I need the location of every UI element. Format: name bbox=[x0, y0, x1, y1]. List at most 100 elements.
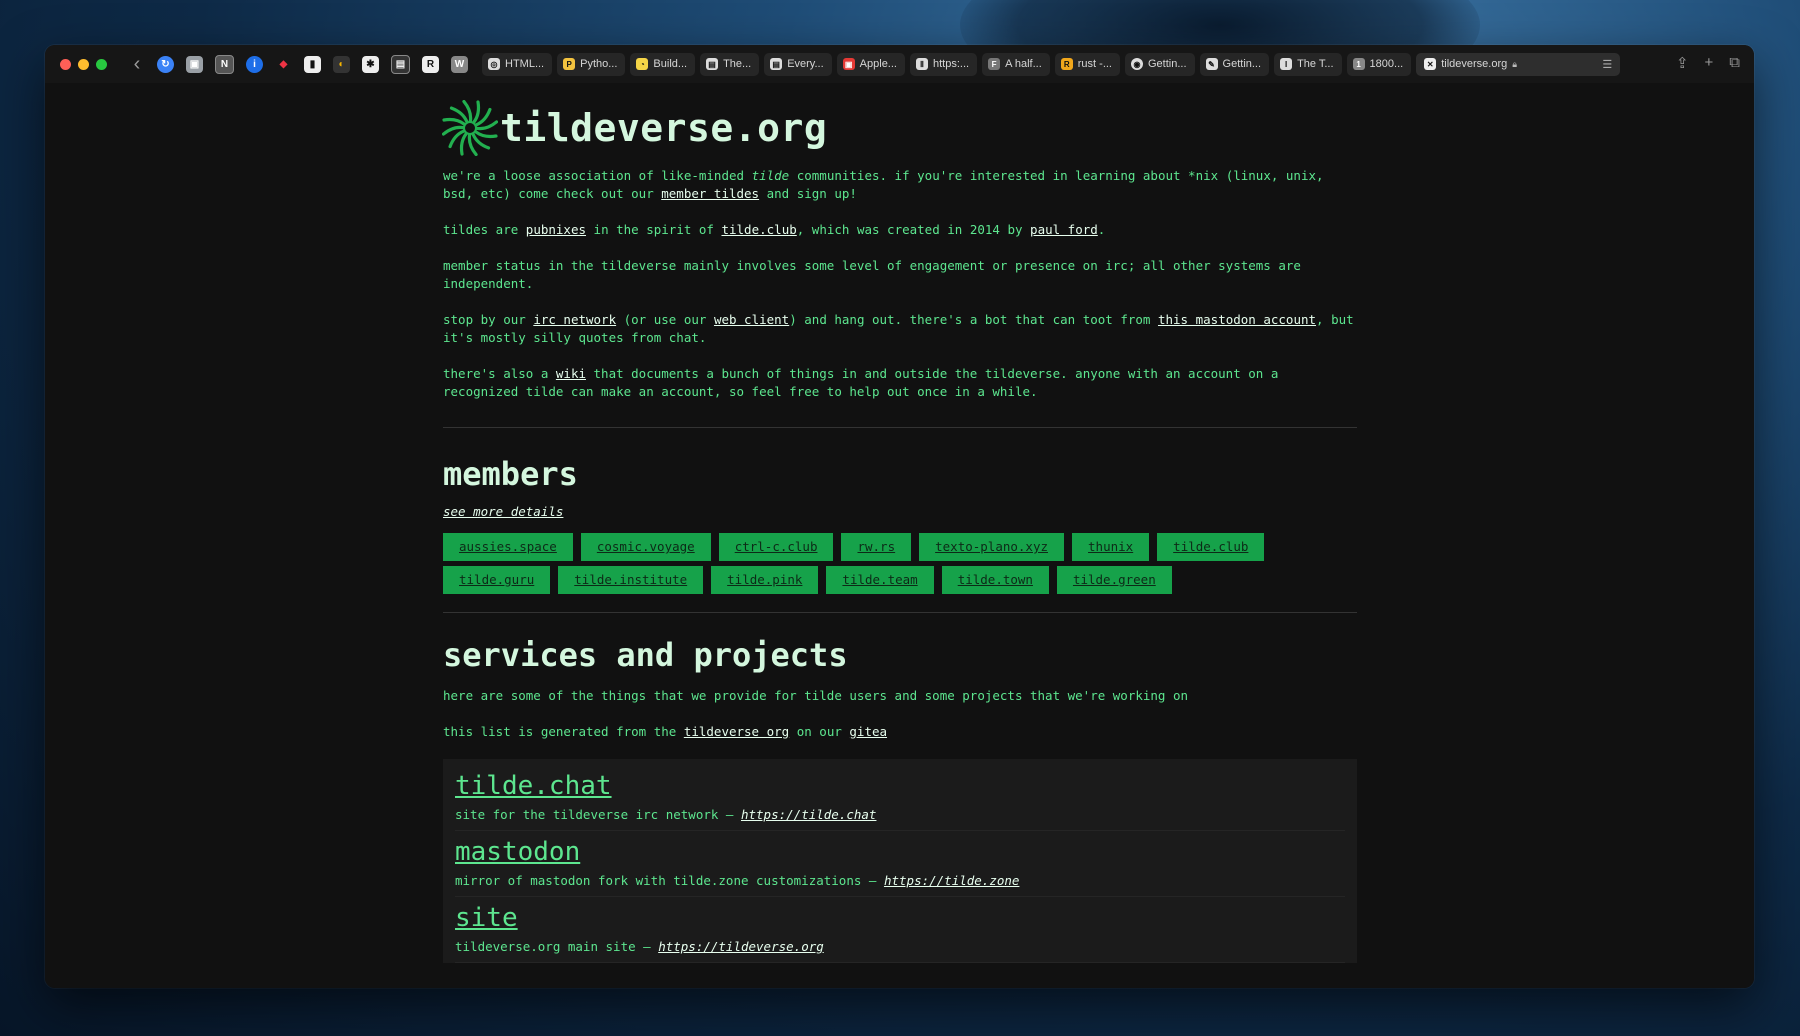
services-description: here are some of the things that we prov… bbox=[443, 688, 1189, 703]
service-item: site tildeverse.org main site – https://… bbox=[455, 897, 1345, 963]
tab-bar: ◎ HTML... P Pytho... ◔ Build... ▤ The... ▤ Ev… bbox=[482, 52, 1621, 76]
text: mirror of mastodon fork with tilde.zone … bbox=[455, 873, 884, 888]
member-tag: tilde.town bbox=[941, 566, 1049, 594]
tab-label: Pytho... bbox=[580, 58, 618, 70]
back-arrow-icon[interactable]: ‹ bbox=[127, 54, 147, 74]
member-link[interactable]: texto-plano.xyz bbox=[935, 539, 1048, 554]
extension-bookmark-icon[interactable]: ▮ bbox=[304, 55, 321, 73]
extension-shield-icon[interactable]: ▣ bbox=[186, 55, 203, 73]
member-tildes-link[interactable]: member tildes bbox=[661, 186, 759, 201]
extension-refresh-icon[interactable]: ↻ bbox=[157, 55, 174, 73]
tab[interactable]: F A half... bbox=[982, 52, 1050, 76]
member-link[interactable]: tilde.institute bbox=[574, 572, 687, 587]
tab[interactable]: 1 1800... bbox=[1346, 52, 1412, 76]
tab[interactable]: ✎ Gettin... bbox=[1199, 52, 1270, 76]
wiki-link[interactable]: wiki bbox=[556, 366, 586, 381]
extension-diamond-icon[interactable]: ◆ bbox=[275, 56, 292, 73]
tab-overview-icon[interactable]: ⧉ bbox=[1729, 54, 1740, 72]
tab-label: Every... bbox=[787, 58, 824, 70]
member-link[interactable]: ctrl-c.club bbox=[735, 539, 818, 554]
tilde-club-link[interactable]: tilde.club bbox=[721, 222, 796, 237]
extension-r-icon[interactable]: R bbox=[422, 55, 439, 73]
member-tag: tilde.guru bbox=[443, 566, 551, 594]
tab[interactable]: P Pytho... bbox=[557, 52, 626, 76]
member-link[interactable]: cosmic.voyage bbox=[597, 539, 695, 554]
intro-paragraph-2: tildes are pubnixes in the spirit of til… bbox=[443, 221, 1357, 239]
service-title-link[interactable]: mastodon bbox=[455, 837, 580, 867]
text: tildeverse.org main site – bbox=[455, 939, 659, 954]
member-tag: texto-plano.xyz bbox=[919, 533, 1065, 561]
extension-icons: ↻ ▣ N i ◆ ▮ ◐ ✱ ▤ R W bbox=[157, 54, 468, 74]
tab[interactable]: ◉ Gettin... bbox=[1125, 52, 1195, 76]
text: and sign up! bbox=[759, 186, 857, 201]
active-tab[interactable]: ✕ tildeverse.org 🔒︎ ☰ bbox=[1416, 52, 1621, 76]
tab[interactable]: ▣ Apple... bbox=[836, 52, 905, 76]
zoom-window-button[interactable] bbox=[96, 58, 107, 70]
member-link[interactable]: tilde.team bbox=[842, 572, 917, 587]
see-more-details-link[interactable]: see more details bbox=[443, 504, 563, 519]
service-title: tilde.chat bbox=[455, 771, 1345, 801]
tab-label: The... bbox=[723, 58, 752, 70]
services-heading: services and projects bbox=[443, 636, 848, 674]
tab[interactable]: ▤ Every... bbox=[764, 52, 832, 76]
member-link[interactable]: tilde.pink bbox=[727, 572, 802, 587]
share-icon[interactable]: ⇪ bbox=[1676, 54, 1689, 72]
extension-color-icon[interactable]: ◐ bbox=[333, 55, 350, 73]
paul-ford-link[interactable]: paul ford bbox=[1030, 222, 1098, 237]
text: , which was created in 2014 by bbox=[796, 222, 1031, 237]
member-tag: aussies.space bbox=[443, 533, 573, 561]
service-url-link[interactable]: https://tilde.chat bbox=[741, 807, 876, 822]
member-link[interactable]: tilde.guru bbox=[459, 572, 534, 587]
minimize-window-button[interactable] bbox=[78, 58, 89, 70]
new-tab-icon[interactable]: + bbox=[1705, 54, 1714, 72]
service-url-link[interactable]: https://tilde.zone bbox=[884, 873, 1019, 888]
getting-tab-icon: ✎ bbox=[1205, 58, 1218, 70]
web-client-link[interactable]: web client bbox=[714, 312, 789, 327]
emphasis: tilde bbox=[751, 168, 790, 183]
extension-w-icon[interactable]: W bbox=[451, 55, 468, 73]
close-window-button[interactable] bbox=[60, 58, 71, 70]
tab[interactable]: Ⅱhttps:... bbox=[909, 52, 978, 76]
member-link[interactable]: rw.rs bbox=[857, 539, 895, 554]
tab[interactable]: ▤ The... bbox=[700, 52, 760, 76]
member-link[interactable]: tilde.town bbox=[958, 572, 1033, 587]
irc-network-link[interactable]: irc network bbox=[533, 312, 616, 327]
tab-label: The T... bbox=[1297, 58, 1334, 70]
service-item: mastodon mirror of mastodon fork with ti… bbox=[455, 831, 1345, 897]
reader-mode-icon[interactable]: ☰ bbox=[1602, 58, 1612, 71]
text: . bbox=[1097, 222, 1106, 237]
site-title: tildeverse.org bbox=[500, 106, 828, 150]
service-url-link[interactable]: https://tildeverse.org bbox=[658, 939, 824, 954]
tab[interactable]: Rrust -... bbox=[1054, 52, 1120, 76]
tab-label: Gettin... bbox=[1148, 58, 1187, 70]
page-viewport[interactable]: tildeverse.org we're a loose association… bbox=[45, 83, 1754, 988]
member-link[interactable]: tilde.club bbox=[1173, 539, 1248, 554]
member-link[interactable]: thunix bbox=[1088, 539, 1133, 554]
tab[interactable]: ◎ HTML... bbox=[482, 52, 553, 76]
tab[interactable]: I The T... bbox=[1274, 52, 1342, 76]
member-link[interactable]: tilde.green bbox=[1073, 572, 1156, 587]
password-manager-icon[interactable]: i bbox=[246, 55, 263, 73]
extension-screen-icon[interactable]: ▤ bbox=[391, 54, 410, 74]
github-tab-icon: ◉ bbox=[1131, 58, 1143, 70]
member-link[interactable]: aussies.space bbox=[459, 539, 557, 554]
extension-star-icon[interactable]: ✱ bbox=[362, 55, 379, 73]
mastodon-account-link[interactable]: this mastodon account bbox=[1158, 312, 1316, 327]
tildeverse-org-link[interactable]: tildeverse org bbox=[684, 724, 789, 739]
service-description: site for the tildeverse irc network – ht… bbox=[455, 807, 876, 822]
members-heading: members bbox=[443, 455, 578, 493]
divider bbox=[443, 427, 1357, 428]
page-column: tildeverse.org we're a loose association… bbox=[442, 83, 1357, 963]
gitea-link[interactable]: gitea bbox=[849, 724, 887, 739]
service-title-link[interactable]: tilde.chat bbox=[455, 771, 612, 801]
tab[interactable]: ◔ Build... bbox=[630, 52, 696, 76]
browser-window: ‹ ↻ ▣ N i ◆ ▮ ◐ ✱ ▤ R W ◎ HTML... P Pytho.… bbox=[45, 45, 1754, 988]
notion-icon[interactable]: N bbox=[215, 54, 234, 74]
intro-paragraph-1: we're a loose association of like-minded… bbox=[443, 167, 1357, 203]
intro-paragraph-3: member status in the tildeverse mainly i… bbox=[443, 258, 1301, 291]
member-tag: cosmic.voyage bbox=[580, 533, 711, 561]
tildeverse-tab-icon: ✕ bbox=[1424, 58, 1437, 70]
services-list: tilde.chat site for the tildeverse irc n… bbox=[443, 759, 1357, 963]
pubnixes-link[interactable]: pubnixes bbox=[526, 222, 586, 237]
service-title-link[interactable]: site bbox=[455, 903, 518, 933]
